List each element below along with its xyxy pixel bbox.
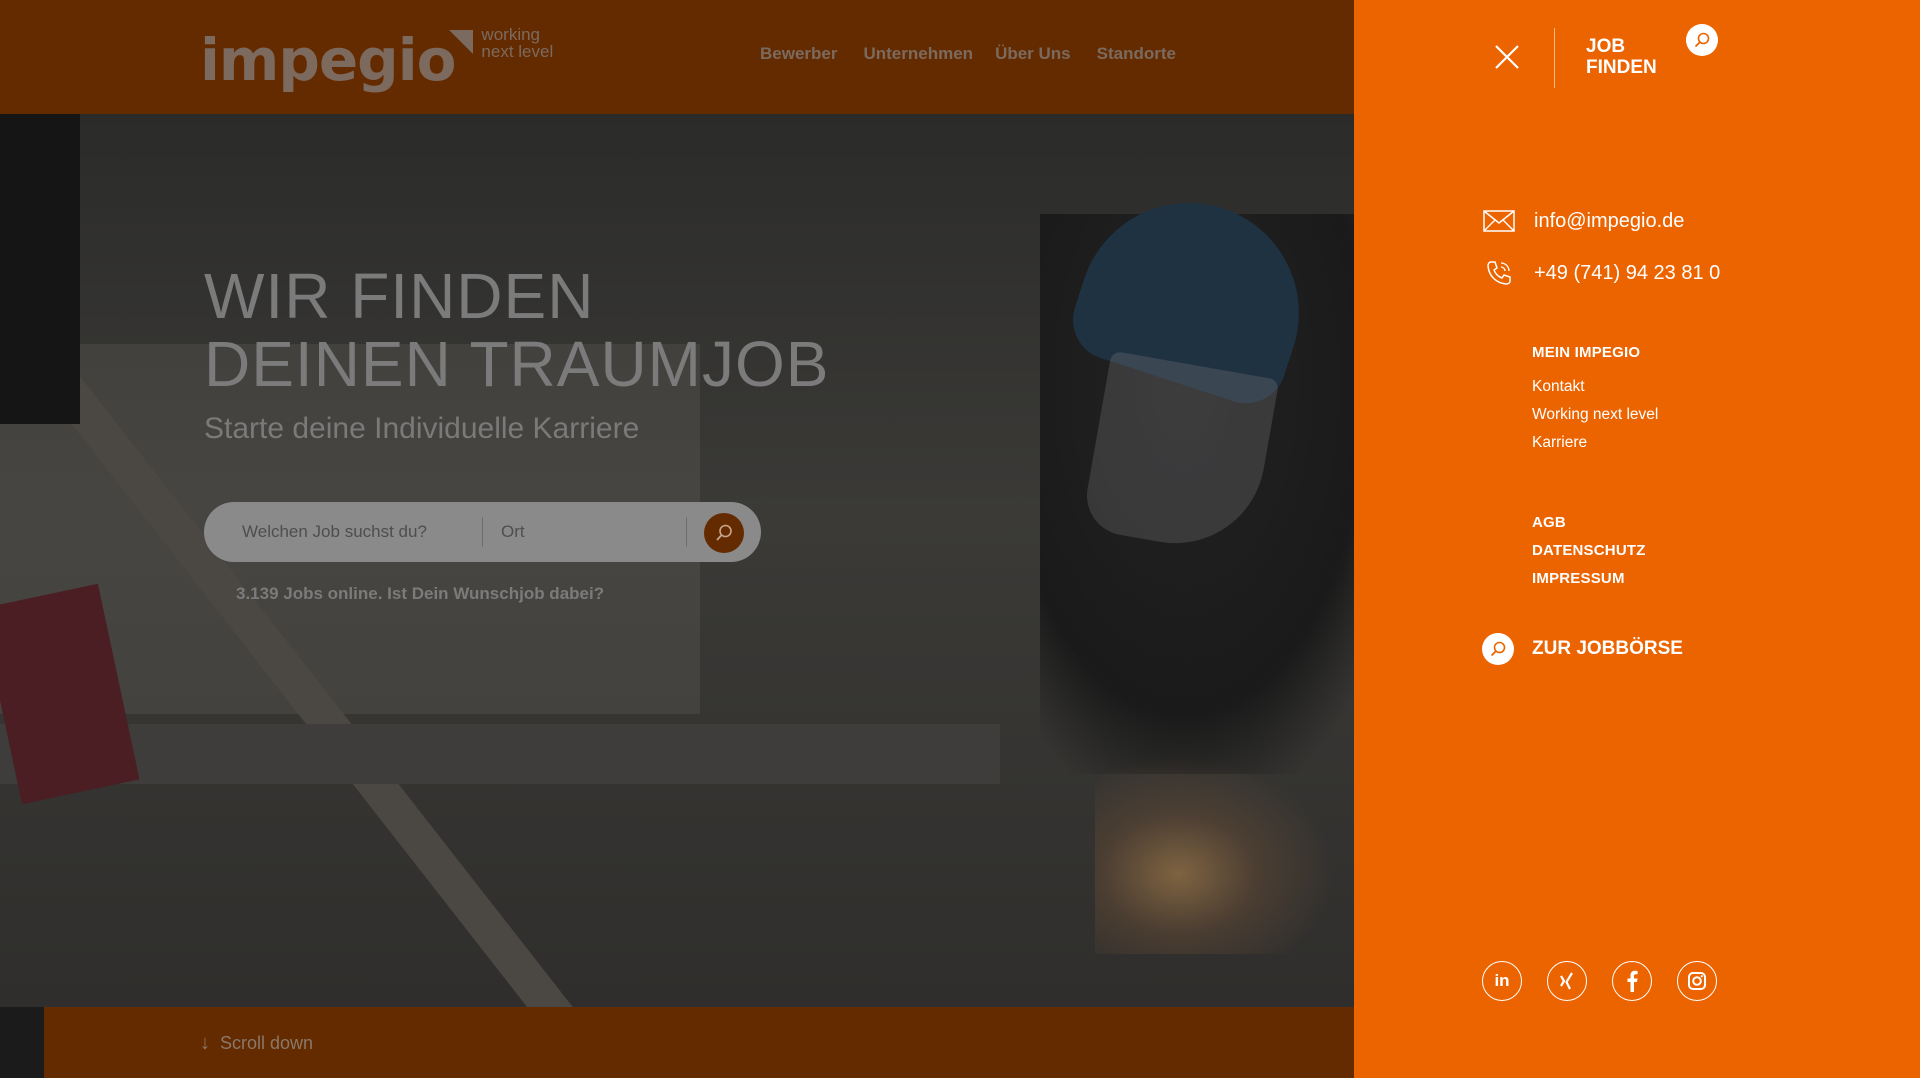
location-input[interactable]: Ort (501, 522, 525, 542)
xing-icon[interactable] (1547, 961, 1587, 1001)
contact-phone[interactable]: +49 (741) 94 23 81 0 (1482, 258, 1720, 288)
phone-icon (1482, 258, 1516, 288)
job-finden-line2: FINDEN (1586, 57, 1657, 78)
logo-flag-icon (449, 30, 474, 54)
menu-link-agb[interactable]: AGB (1532, 514, 1566, 531)
hero-bg-shadow (0, 114, 80, 424)
social-links: in (1482, 961, 1742, 1001)
panel-header-divider (1554, 28, 1555, 88)
hero-title: WIR FINDEN DEINEN TRAUMJOB (204, 262, 829, 398)
menu-link-kontakt[interactable]: Kontakt (1532, 378, 1585, 396)
jobboerse-link[interactable]: ZUR JOBBÖRSE (1482, 633, 1683, 665)
scroll-down-label: Scroll down (220, 1033, 314, 1053)
nav-item-unternehmen[interactable]: Unternehmen (863, 44, 973, 64)
contact-email[interactable]: info@impegio.de (1482, 206, 1684, 236)
menu-link-karriere[interactable]: Karriere (1532, 434, 1587, 452)
jobs-online-count[interactable]: 3.139 Jobs online. Ist Dein Wunschjob da… (236, 584, 604, 604)
search-submit-button[interactable] (704, 513, 744, 553)
hero-bg-beam (0, 724, 1000, 784)
logo-tagline: working next level (481, 26, 553, 60)
facebook-icon[interactable] (1612, 961, 1652, 1001)
close-icon (1495, 45, 1519, 69)
hero-subtitle: Starte deine Individuelle Karriere (204, 412, 640, 445)
job-search-input[interactable]: Welchen Job suchst du? (242, 522, 427, 542)
search-icon (1490, 641, 1506, 657)
logo-wordmark: impegio (200, 26, 456, 94)
logo-tagline-line2: next level (481, 42, 554, 61)
jobboerse-label: ZUR JOBBÖRSE (1532, 638, 1683, 659)
job-finden-line1: JOB (1586, 36, 1626, 57)
hero-title-line2: DEINEN TRAUMJOB (204, 328, 830, 400)
nav-item-bewerber[interactable]: Bewerber (760, 44, 837, 64)
job-finden-search-button[interactable] (1686, 24, 1718, 56)
close-menu-button[interactable] (1492, 42, 1522, 72)
nav-item-ueber-uns[interactable]: Über Uns (995, 44, 1071, 64)
scroll-down-link[interactable]: ↓ Scroll down (200, 1032, 313, 1055)
menu-link-datenschutz[interactable]: DATENSCHUTZ (1532, 542, 1646, 559)
side-menu-panel: JOB FINDEN info@impegio.de +49 (741) 94 … (1354, 0, 1920, 1078)
search-divider (686, 517, 687, 547)
mail-icon (1482, 206, 1516, 236)
nav-item-standorte[interactable]: Standorte (1097, 44, 1176, 64)
menu-section-title: MEIN IMPEGIO (1532, 344, 1641, 361)
page-background: impegio working next level Bewerber Unte… (0, 0, 1354, 1078)
hero-title-line1: WIR FINDEN (204, 260, 595, 332)
site-header: impegio working next level Bewerber Unte… (0, 0, 1354, 114)
search-divider (482, 517, 483, 547)
impegio-logo[interactable]: impegio working next level (200, 20, 553, 100)
linkedin-icon[interactable]: in (1482, 961, 1522, 1001)
menu-link-impressum[interactable]: IMPRESSUM (1532, 570, 1625, 587)
main-nav: Bewerber Unternehmen Über Uns Standorte (760, 44, 1202, 64)
phone-text: +49 (741) 94 23 81 0 (1534, 261, 1721, 284)
menu-link-working-next-level[interactable]: Working next level (1532, 406, 1658, 424)
instagram-icon[interactable] (1677, 961, 1717, 1001)
arrow-down-icon: ↓ (200, 1032, 210, 1054)
hero-sparks (1095, 754, 1335, 954)
job-finden-link[interactable]: JOB FINDEN (1586, 36, 1657, 78)
email-text: info@impegio.de (1534, 209, 1685, 232)
search-icon (1694, 32, 1710, 48)
job-search-bar: Welchen Job suchst du? Ort (204, 502, 761, 562)
jobboerse-search-icon-wrap (1482, 633, 1514, 665)
search-icon (716, 524, 732, 541)
